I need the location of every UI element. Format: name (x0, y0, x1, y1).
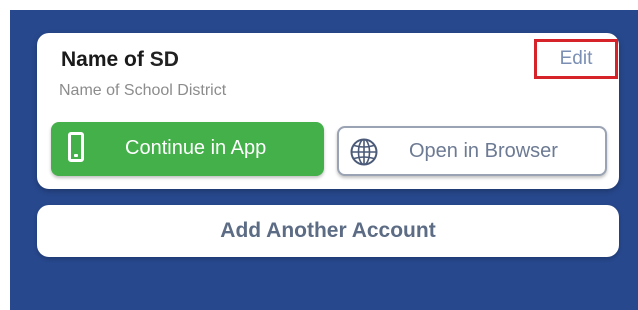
account-subtitle: Name of School District (59, 82, 227, 99)
account-card: Name of SD Name of School District Edit … (37, 33, 619, 189)
add-another-account-button[interactable]: Add Another Account (37, 205, 619, 257)
continue-in-app-label: Continue in App (125, 137, 267, 159)
add-another-account-label: Add Another Account (220, 219, 436, 242)
edit-button[interactable]: Edit (534, 39, 618, 79)
app-screen: Name of SD Name of School District Edit … (10, 10, 638, 310)
open-in-browser-label: Open in Browser (409, 140, 558, 162)
phone-icon (68, 132, 84, 162)
continue-in-app-button[interactable]: Continue in App (51, 122, 324, 176)
account-name: Name of SD (61, 48, 179, 72)
account-name-prefix: Name of (61, 48, 144, 71)
account-name-suffix: SD (149, 48, 179, 71)
globe-icon (350, 138, 378, 166)
edit-label: Edit (559, 48, 593, 69)
open-in-browser-button[interactable]: Open in Browser (337, 126, 607, 176)
